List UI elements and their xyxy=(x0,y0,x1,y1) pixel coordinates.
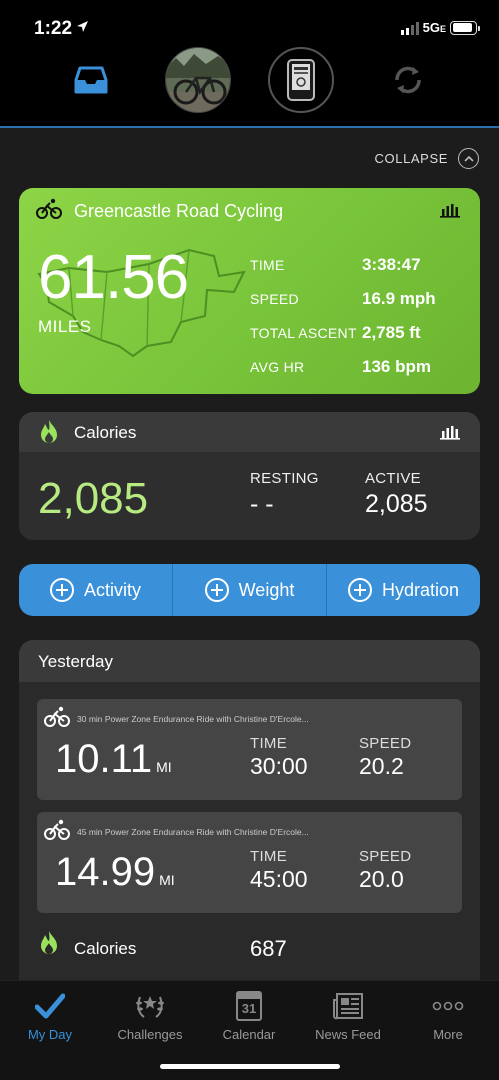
device-icon[interactable] xyxy=(267,46,335,114)
yesterday-card: Yesterday 30 min Power Zone Endurance Ri… xyxy=(19,640,480,980)
stat-label: AVG HR xyxy=(250,359,305,375)
newspaper-icon xyxy=(332,989,364,1023)
ride-time: TIME 30:00 xyxy=(250,735,308,779)
active-calories: ACTIVE 2,085 xyxy=(365,470,428,519)
inbox-icon[interactable] xyxy=(57,46,125,114)
calories-card[interactable]: Calories 2,085 RESTING - - ACTIVE 2,085 xyxy=(19,412,480,540)
signal-icon xyxy=(400,21,419,35)
resting-label: RESTING xyxy=(250,470,319,487)
bar-chart-icon[interactable] xyxy=(440,424,460,445)
yesterday-title: Yesterday xyxy=(38,652,113,671)
stat-label: SPEED xyxy=(250,291,299,307)
collapse-button[interactable]: COLLAPSE xyxy=(375,148,479,169)
calories-total: 2,085 xyxy=(38,474,149,523)
stat-row: TOTAL ASCENT 2,785 ft xyxy=(250,316,470,350)
tab-label: More xyxy=(433,1027,463,1042)
tab-calendar[interactable]: 31 Calendar xyxy=(199,989,299,1045)
location-arrow-icon xyxy=(76,20,89,38)
activity-stats: TIME 3:38:47 SPEED 16.9 mph TOTAL ASCENT… xyxy=(250,248,470,384)
stat-row: TIME 3:38:47 xyxy=(250,248,470,282)
activity-title: Greencastle Road Cycling xyxy=(74,201,284,221)
stat-value: 2,785 ft xyxy=(362,323,421,342)
status-time: 1:22 xyxy=(34,18,73,39)
device-ring xyxy=(268,47,334,113)
resting-value: - - xyxy=(250,490,274,518)
bike-icon xyxy=(44,819,70,846)
stat-label: TOTAL ASCENT xyxy=(250,325,357,341)
stat-value: 3:38:47 xyxy=(362,255,421,274)
add-hydration-button[interactable]: Hydration xyxy=(327,564,480,616)
calories-title: Calories xyxy=(74,423,137,442)
ride-speed: SPEED 20.0 xyxy=(359,848,412,892)
tab-my-day[interactable]: My Day xyxy=(0,989,100,1045)
home-indicator[interactable] xyxy=(160,1064,340,1069)
stat-value: 16.9 mph xyxy=(362,289,436,308)
activity-distance: 61.56 xyxy=(38,243,189,312)
ride-distance: 10.11 MI xyxy=(55,737,172,781)
active-label: ACTIVE xyxy=(365,470,421,487)
plus-circle-icon xyxy=(204,578,229,602)
tab-label: My Day xyxy=(27,1027,73,1042)
plus-circle-icon xyxy=(49,578,74,602)
laurel-icon xyxy=(134,989,166,1023)
add-weight-label: Weight xyxy=(238,579,295,600)
stat-row: SPEED 16.9 mph xyxy=(250,282,470,316)
tab-label: Calendar xyxy=(222,1027,276,1042)
status-indicators: 5GE xyxy=(400,20,480,35)
ride-distance: 14.99 MI xyxy=(55,850,175,894)
bar-chart-icon[interactable] xyxy=(440,202,460,223)
flame-icon xyxy=(39,930,59,961)
stat-row: AVG HR 136 bpm xyxy=(250,350,470,384)
bike-icon xyxy=(44,706,70,733)
stat-label: TIME xyxy=(250,257,285,273)
ride-speed: SPEED 20.2 xyxy=(359,735,412,779)
yesterday-calories[interactable]: Calories 687 xyxy=(19,928,480,968)
chevron-up-icon xyxy=(458,148,479,169)
ride-name: 30 min Power Zone Endurance Ride with Ch… xyxy=(77,714,309,724)
tab-challenges[interactable]: Challenges xyxy=(100,989,200,1045)
my-day-feed[interactable]: COLLAPSE Greencastle Road Cycling 61.56 … xyxy=(0,128,499,980)
flame-icon xyxy=(39,419,59,450)
network-label: 5GE xyxy=(422,20,446,35)
ride-card[interactable]: 30 min Power Zone Endurance Ride with Ch… xyxy=(37,699,462,800)
active-value: 2,085 xyxy=(365,490,428,518)
tab-more[interactable]: More xyxy=(398,989,498,1045)
tab-news-feed[interactable]: News Feed xyxy=(298,989,398,1045)
calories-label: Calories xyxy=(74,939,137,958)
sync-icon[interactable] xyxy=(374,46,442,114)
bike-icon xyxy=(36,198,62,225)
activity-card[interactable]: Greencastle Road Cycling 61.56 MILES TIM… xyxy=(19,188,480,394)
calendar-icon: 31 xyxy=(236,989,262,1023)
ride-card[interactable]: 45 min Power Zone Endurance Ride with Ch… xyxy=(37,812,462,913)
activity-distance-unit: MILES xyxy=(38,317,92,336)
yesterday-header: Yesterday xyxy=(19,640,480,682)
calendar-day: 31 xyxy=(241,1001,257,1016)
top-nav xyxy=(0,46,499,126)
tab-label: Challenges xyxy=(117,1027,183,1042)
tab-label: News Feed xyxy=(315,1027,381,1042)
calories-header: Calories xyxy=(19,412,480,452)
ride-name: 45 min Power Zone Endurance Ride with Ch… xyxy=(77,827,309,837)
add-hydration-label: Hydration xyxy=(381,579,460,600)
calories-value: 687 xyxy=(250,936,287,961)
ride-time: TIME 45:00 xyxy=(250,848,308,892)
more-dots-icon xyxy=(432,989,464,1023)
stat-value: 136 bpm xyxy=(362,357,431,376)
add-activity-label: Activity xyxy=(83,579,141,600)
profile-photo[interactable] xyxy=(164,46,232,114)
add-activity-button[interactable]: Activity xyxy=(19,564,173,616)
battery-icon xyxy=(450,20,480,35)
collapse-label: COLLAPSE xyxy=(374,151,448,166)
avatar xyxy=(165,47,231,113)
add-weight-button[interactable]: Weight xyxy=(173,564,327,616)
plus-circle-icon xyxy=(347,578,372,602)
resting-calories: RESTING - - xyxy=(250,470,319,519)
checkmark-icon xyxy=(35,989,65,1023)
quick-add-bar: Activity Weight Hydration xyxy=(19,564,480,616)
